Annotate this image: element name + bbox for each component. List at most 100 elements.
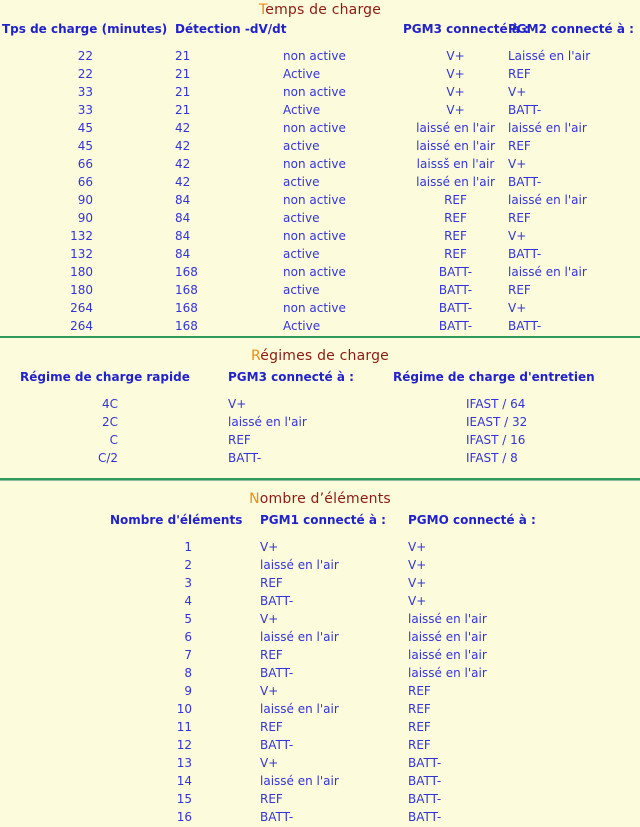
table-cell: 42 bbox=[175, 175, 191, 189]
table-cell: laissé en l'air bbox=[508, 193, 587, 207]
table-row: 180 168 active BATT- REF bbox=[0, 282, 640, 300]
table-cell: BATT- bbox=[260, 594, 294, 608]
table-cell: 4 bbox=[184, 594, 192, 608]
table-cell: REF bbox=[508, 67, 531, 81]
table-cell: laissé en l'air bbox=[416, 139, 495, 153]
table-cell: IFAST / 64 bbox=[466, 397, 526, 411]
table-cell: 42 bbox=[175, 157, 191, 171]
table-row: 66 42 non active laissš en l'air V+ bbox=[0, 156, 640, 174]
table-row: 4C V+ IFAST / 64 bbox=[0, 396, 640, 414]
table-row: 8 BATT-laissé en l'air bbox=[0, 665, 640, 683]
table-cell: V+ bbox=[446, 67, 465, 81]
table-cell: 42 bbox=[175, 121, 191, 135]
table-cell: laissé en l'air bbox=[228, 415, 307, 429]
table-cell: V+ bbox=[508, 301, 527, 315]
table-cell: 66 bbox=[77, 175, 93, 189]
table-cell: active bbox=[283, 283, 320, 297]
section-temps-de-charge: Temps de charge Tps de charge (minutes) … bbox=[0, 0, 640, 336]
title-initial-letter: N bbox=[249, 491, 260, 507]
column-header-pgm3: PGM3 connecté à : bbox=[228, 370, 354, 384]
table-cell: V+ bbox=[446, 49, 465, 63]
table-body-temps-de-charge: 22 21 non active V+ Laissé en l'air 22 21 Activ… bbox=[0, 48, 640, 336]
table-cell: V+ bbox=[408, 576, 427, 590]
table-cell: 2C bbox=[101, 415, 118, 429]
table-row: 3 REF V+ bbox=[0, 575, 640, 593]
table-cell: non active bbox=[283, 85, 346, 99]
table-cell: Active bbox=[283, 67, 321, 81]
table-cell: 180 bbox=[70, 283, 93, 297]
table-cell: 90 bbox=[77, 193, 93, 207]
table-row: 12 BATT- REF bbox=[0, 737, 640, 755]
table-row: 33 21 non active V+ V+ bbox=[0, 84, 640, 102]
table-cell: 8 bbox=[184, 666, 192, 680]
table-row: 132 84 active REF BATT- bbox=[0, 246, 640, 264]
table-cell: 9 bbox=[184, 684, 192, 698]
table-cell: laissé en l'air bbox=[408, 630, 487, 644]
table-cell: BATT- bbox=[438, 319, 473, 333]
table-row: 2C laissé en l'air IEAST / 32 bbox=[0, 414, 640, 432]
table-cell: 22 bbox=[77, 49, 93, 63]
table-cell: V+ bbox=[260, 684, 279, 698]
table-cell: BATT- bbox=[508, 175, 542, 189]
table-cell: BATT- bbox=[260, 666, 294, 680]
table-cell: REF bbox=[228, 433, 251, 447]
table-row: 16 BATT- BATT- bbox=[0, 809, 640, 827]
table-cell: BATT- bbox=[260, 810, 294, 824]
table-header-row: Régime de charge rapide PGM3 connecté à … bbox=[0, 370, 640, 396]
table-cell: REF bbox=[260, 576, 283, 590]
table-cell: REF bbox=[408, 720, 431, 734]
column-header-pgm1: PGM1 connecté à : bbox=[260, 513, 386, 527]
table-cell: laissé en l'air bbox=[416, 121, 495, 135]
table-nombre-d-elements: Nombre d'éléments PGM1 connecté à : PGMO… bbox=[0, 513, 640, 827]
table-cell: V+ bbox=[228, 397, 247, 411]
table-cell: 21 bbox=[175, 49, 191, 63]
table-row: 14 laissé en l'air BATT- bbox=[0, 773, 640, 791]
table-cell: 33 bbox=[77, 85, 93, 99]
table-cell: BATT- bbox=[260, 738, 294, 752]
table-body-regimes-de-charge: 4C V+ IFAST / 64 2C laissé en l'air IEAST / 3… bbox=[0, 396, 640, 468]
table-row: 180 168 non active BATT-laissé en l'air bbox=[0, 264, 640, 282]
table-row: 33 21 Active V+ BATT- bbox=[0, 102, 640, 120]
table-cell: active bbox=[283, 175, 320, 189]
table-cell: 33 bbox=[77, 103, 93, 117]
table-row: 132 84 non active REF V+ bbox=[0, 228, 640, 246]
table-regimes-de-charge: Régime de charge rapide PGM3 connecté à … bbox=[0, 370, 640, 468]
table-cell: 66 bbox=[77, 157, 93, 171]
table-cell: 21 bbox=[175, 85, 191, 99]
table-cell: 16 bbox=[176, 810, 192, 824]
table-cell: 7 bbox=[184, 648, 192, 662]
table-cell: 11 bbox=[176, 720, 192, 734]
table-row: 13 V+ BATT- bbox=[0, 755, 640, 773]
table-cell: 45 bbox=[77, 139, 93, 153]
table-cell: non active bbox=[283, 265, 346, 279]
table-cell: C/2 bbox=[97, 451, 118, 465]
table-cell: REF bbox=[444, 229, 467, 243]
table-cell: 132 bbox=[70, 247, 93, 261]
table-row: 15 REF BATT- bbox=[0, 791, 640, 809]
table-row: 90 84 non active REF laissé en l'air bbox=[0, 192, 640, 210]
column-header-detection-dvdt: Détection -dV/dt bbox=[175, 22, 287, 36]
table-cell: 15 bbox=[176, 792, 192, 806]
table-cell: 22 bbox=[77, 67, 93, 81]
table-cell: 45 bbox=[77, 121, 93, 135]
table-cell: BATT- bbox=[438, 265, 473, 279]
table-cell: REF bbox=[508, 283, 531, 297]
table-cell: laissé en l'air bbox=[408, 666, 487, 680]
table-cell: 168 bbox=[175, 319, 198, 333]
table-cell: IFAST / 16 bbox=[466, 433, 526, 447]
table-cell: REF bbox=[444, 247, 467, 261]
table-cell: 1 bbox=[184, 540, 192, 554]
table-cell: REF bbox=[508, 211, 531, 225]
table-cell: 264 bbox=[70, 301, 93, 315]
table-cell: 21 bbox=[175, 103, 191, 117]
table-cell: 84 bbox=[175, 211, 191, 225]
table-body-nombre-d-elements: 1 V+ V+ 2 laissé en l'air V+ 3 REF V+ 4 BATT- V+ 5 V+… bbox=[0, 539, 640, 827]
table-cell: 21 bbox=[175, 67, 191, 81]
table-cell: BATT- bbox=[508, 319, 542, 333]
table-cell: V+ bbox=[408, 558, 427, 572]
table-cell: REF bbox=[444, 211, 467, 225]
table-cell: laissš en l'air bbox=[416, 157, 495, 171]
column-header-pgm2: PGM2 connecté à : bbox=[508, 22, 634, 36]
table-cell: BATT- bbox=[408, 810, 442, 824]
table-cell: 12 bbox=[176, 738, 192, 752]
